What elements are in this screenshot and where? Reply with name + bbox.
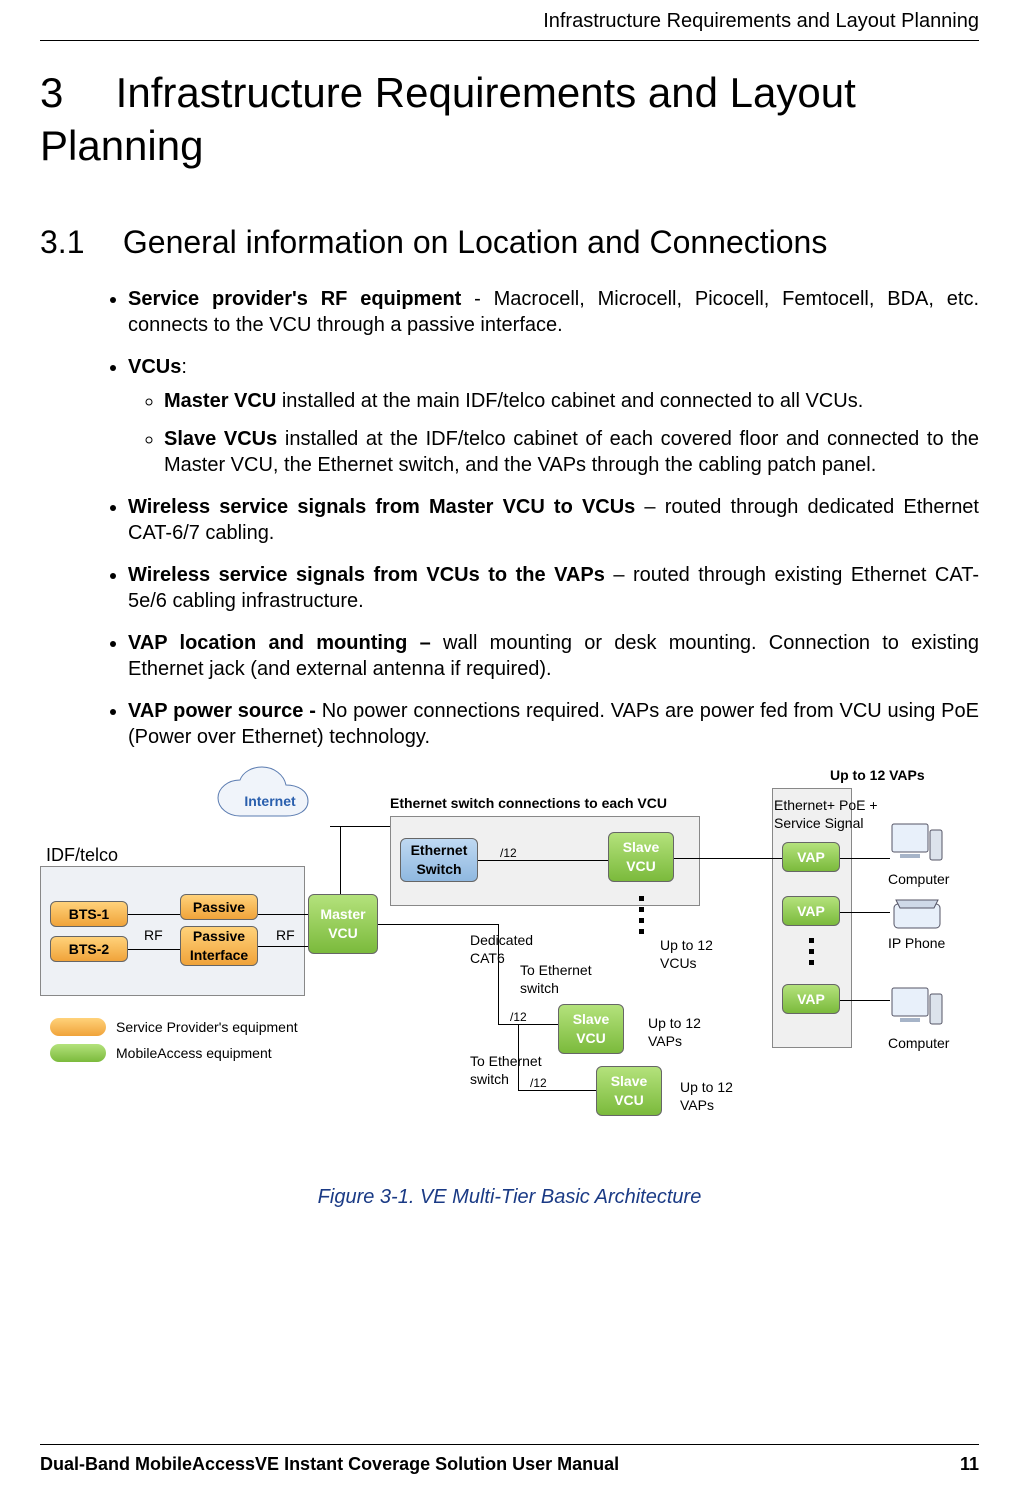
to-eth-switch-label-2: To Ethernet switch bbox=[470, 1052, 560, 1088]
list-item: VAP power source - No power connections … bbox=[128, 698, 979, 750]
chapter-title: Infrastructure Requirements and Layout P… bbox=[40, 69, 856, 169]
bullet-content: Service provider's RF equipment - Macroc… bbox=[40, 286, 979, 750]
passive-if-box: Passive Interface bbox=[180, 926, 258, 966]
section-number: 3.1 bbox=[40, 222, 114, 264]
to-eth-switch-label-1: To Ethernet switch bbox=[520, 961, 610, 997]
list-item: VAP location and mounting – wall mountin… bbox=[128, 630, 979, 682]
computer-label-1: Computer bbox=[888, 870, 949, 888]
list-item: VCUs: Master VCU installed at the main I… bbox=[128, 354, 979, 478]
vap-box: VAP bbox=[782, 984, 840, 1014]
section-title: General information on Location and Conn… bbox=[123, 224, 827, 260]
idf-label: IDF/telco bbox=[46, 844, 118, 867]
chapter-number: 3 bbox=[40, 67, 104, 120]
list-item: Slave VCUs installed at the IDF/telco ca… bbox=[164, 426, 979, 478]
bts2-box: BTS-2 bbox=[50, 936, 128, 962]
footer-rule bbox=[40, 1444, 979, 1445]
legend-sp-chip bbox=[50, 1018, 106, 1036]
master-vcu-box: Master VCU bbox=[308, 894, 378, 954]
running-header: Infrastructure Requirements and Layout P… bbox=[40, 8, 979, 38]
eth-switch-conn-label: Ethernet switch connections to each VCU bbox=[390, 794, 667, 812]
computer-icon bbox=[890, 986, 944, 1032]
list-item: Wireless service signals from VCUs to th… bbox=[128, 562, 979, 614]
computer-icon bbox=[890, 822, 944, 868]
vap-box: VAP bbox=[782, 842, 840, 872]
list-item: Service provider's RF equipment - Macroc… bbox=[128, 286, 979, 338]
up12-vaps-header: Up to 12 VAPs bbox=[830, 766, 925, 784]
slave-vcu-box: Slave VCU bbox=[596, 1066, 662, 1116]
computer-label-2: Computer bbox=[888, 1034, 949, 1052]
list-item: Wireless service signals from Master VCU… bbox=[128, 494, 979, 546]
architecture-diagram: Internet IDF/telco BTS-1 BTS-2 Passive P… bbox=[40, 766, 979, 1166]
passive-box: Passive bbox=[180, 894, 258, 920]
up12-vaps-label-1: Up to 12 VAPs bbox=[648, 1014, 718, 1050]
legend-ma-chip bbox=[50, 1044, 106, 1062]
eth-switch-box: Ethernet Switch bbox=[400, 838, 478, 882]
phone-icon bbox=[890, 894, 944, 934]
up12-vaps-label-2: Up to 12 VAPs bbox=[680, 1078, 750, 1114]
rf-label-1: RF bbox=[144, 926, 163, 944]
legend-ma-label: MobileAccess equipment bbox=[116, 1044, 272, 1062]
slave-vcu-box: Slave VCU bbox=[608, 832, 674, 882]
rf-label-2: RF bbox=[276, 926, 295, 944]
legend-sp-label: Service Provider's equipment bbox=[116, 1018, 298, 1036]
vap-box: VAP bbox=[782, 896, 840, 926]
section-heading: 3.1 General information on Location and … bbox=[40, 222, 979, 264]
ip-phone-label: IP Phone bbox=[888, 934, 945, 952]
list-item: Master VCU installed at the main IDF/tel… bbox=[164, 388, 979, 414]
footer-page-number: 11 bbox=[960, 1453, 979, 1476]
header-rule bbox=[40, 40, 979, 41]
slave-vcu-box: Slave VCU bbox=[558, 1004, 624, 1054]
footer-manual-title: Dual-Band MobileAccessVE Instant Coverag… bbox=[40, 1453, 619, 1476]
slash12-label: /12 bbox=[500, 846, 517, 862]
up12-vcus-label: Up to 12 VCUs bbox=[660, 936, 730, 972]
figure-caption: Figure 3-1. VE Multi-Tier Basic Architec… bbox=[40, 1184, 979, 1210]
chapter-heading: 3 Infrastructure Requirements and Layout… bbox=[40, 67, 979, 172]
bts1-box: BTS-1 bbox=[50, 901, 128, 927]
idf-group bbox=[40, 866, 305, 996]
internet-cloud-icon: Internet bbox=[210, 766, 330, 836]
